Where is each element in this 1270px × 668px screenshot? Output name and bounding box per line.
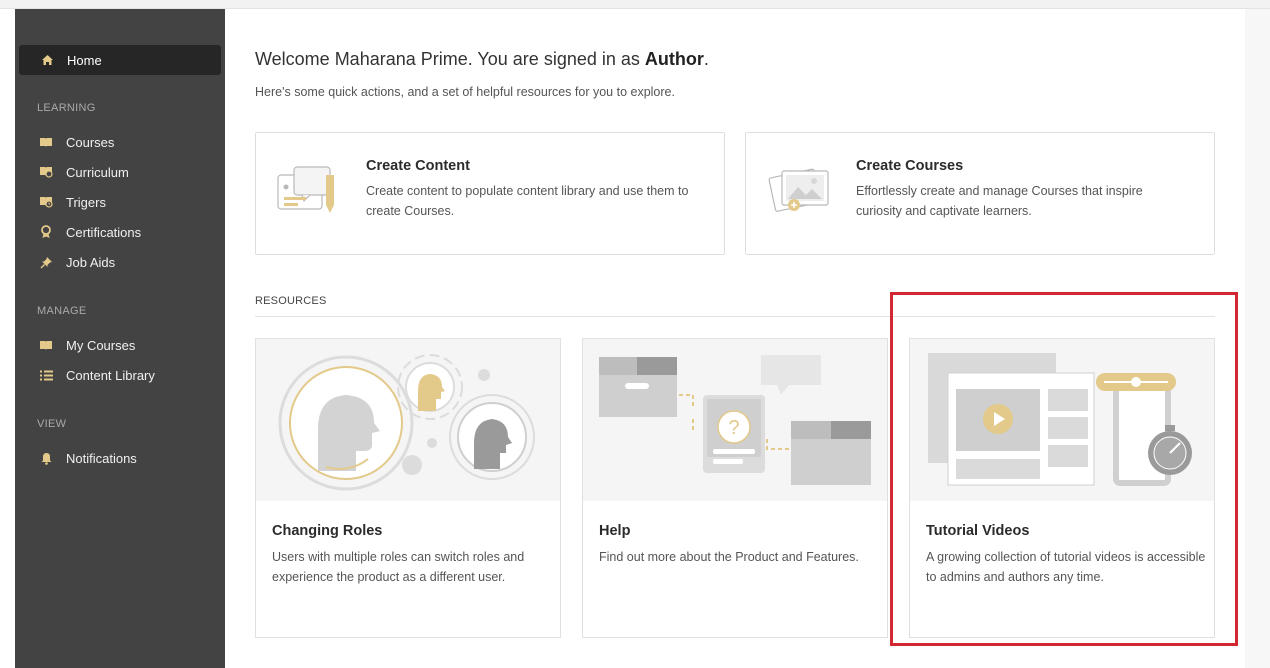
highlight-box — [890, 292, 1238, 646]
welcome-text: Welcome Maharana Prime. You are signed i… — [255, 49, 645, 69]
card-description: Users with multiple roles can switch rol… — [272, 550, 525, 584]
sidebar-item-label: Curriculum — [66, 164, 129, 180]
help-illustration: ? — [583, 339, 887, 501]
resources-heading: RESOURCES — [255, 295, 327, 307]
sidebar: Home LEARNING Courses Curriculum Trigers… — [15, 9, 225, 668]
create-courses-illustration — [764, 161, 836, 223]
sidebar-item-label: Courses — [66, 134, 115, 150]
create-content-illustration — [274, 161, 346, 223]
sidebar-item-content-library[interactable]: Content Library — [19, 363, 221, 387]
sidebar-item-curriculum[interactable]: Curriculum — [19, 160, 221, 184]
card-description: Effortlessly create and manage Courses t… — [856, 184, 1143, 218]
list-icon — [38, 370, 54, 381]
user-role: Author — [644, 49, 704, 69]
sidebar-item-label: Certifications — [66, 224, 142, 240]
card-description: Find out more about the Product and Feat… — [599, 550, 859, 564]
sidebar-item-courses[interactable]: Courses — [19, 130, 221, 154]
sidebar-item-home[interactable]: Home — [19, 45, 221, 75]
changing-roles-card[interactable]: Changing Roles Users with multiple roles… — [255, 338, 561, 638]
card-description: Create content to populate content libra… — [366, 184, 689, 218]
create-content-card[interactable]: Create Content Create content to populat… — [255, 132, 725, 255]
card-title: Changing Roles — [272, 523, 383, 539]
sidebar-item-label: Trigers — [66, 194, 106, 210]
card-title: Help — [599, 523, 631, 539]
trigger-icon — [38, 196, 54, 208]
help-card[interactable]: ? Help Find out more about the Product a… — [582, 338, 888, 638]
svg-text:?: ? — [728, 417, 739, 439]
curriculum-icon — [38, 166, 54, 178]
bell-icon — [38, 452, 54, 465]
card-title: Create Content — [366, 158, 470, 174]
sidebar-item-label: My Courses — [66, 337, 136, 353]
right-gutter — [1245, 9, 1270, 668]
sidebar-item-label: Job Aids — [66, 254, 116, 270]
sidebar-section-manage: MANAGE — [37, 305, 87, 317]
sidebar-item-job-aids[interactable]: Job Aids — [19, 250, 221, 274]
book-icon — [38, 340, 54, 351]
sidebar-item-notifications[interactable]: Notifications — [19, 446, 221, 470]
sidebar-item-label: Content Library — [66, 367, 155, 383]
sidebar-section-view: VIEW — [37, 418, 67, 430]
pin-icon — [38, 256, 54, 269]
sidebar-item-label: Home — [67, 52, 102, 68]
sidebar-section-learning: LEARNING — [37, 102, 96, 114]
sidebar-item-label: Notifications — [66, 450, 137, 466]
sidebar-item-my-courses[interactable]: My Courses — [19, 333, 221, 357]
sidebar-item-certifications[interactable]: Certifications — [19, 220, 221, 244]
card-title: Create Courses — [856, 158, 964, 174]
create-courses-card[interactable]: Create Courses Effortlessly create and m… — [745, 132, 1215, 255]
top-bar — [0, 0, 1270, 9]
home-icon — [39, 54, 55, 66]
sidebar-item-trigers[interactable]: Trigers — [19, 190, 221, 214]
welcome-suffix: . — [703, 49, 709, 69]
certificate-icon — [38, 225, 54, 239]
changing-roles-illustration — [256, 339, 560, 501]
welcome-heading: Welcome Maharana Prime. You are signed i… — [255, 49, 709, 70]
welcome-subtitle: Here's some quick actions, and a set of … — [255, 85, 675, 99]
book-icon — [38, 137, 54, 148]
